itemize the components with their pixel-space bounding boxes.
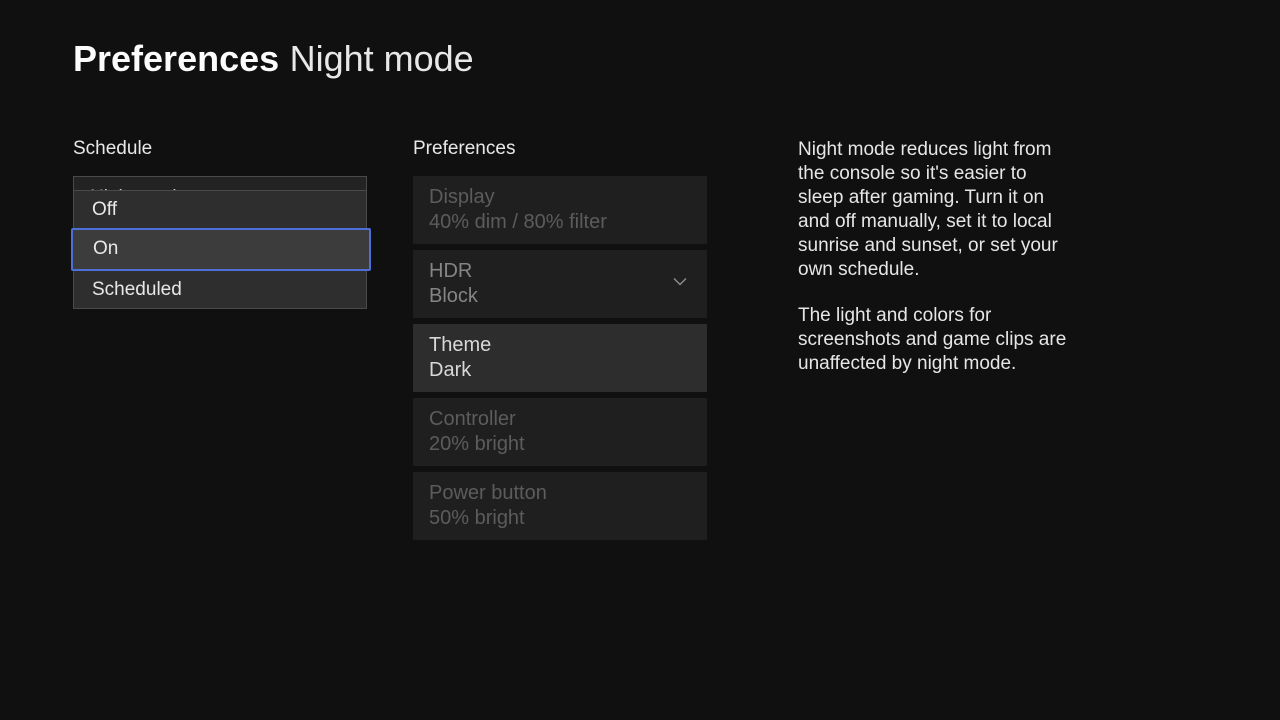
- schedule-title: Schedule: [73, 138, 413, 160]
- page-header: Preferences Night mode: [0, 0, 1280, 80]
- header-light: Night mode: [290, 38, 474, 79]
- preferences-column: Preferences Display 40% dim / 80% filter…: [413, 138, 753, 546]
- pref-value: 40% dim / 80% filter: [429, 211, 691, 234]
- pref-value: Dark: [429, 359, 691, 382]
- pref-hdr[interactable]: HDR Block: [413, 250, 707, 318]
- pref-label: Power button: [429, 482, 691, 505]
- pref-label: Controller: [429, 408, 691, 431]
- dropdown-list: Off On Scheduled: [73, 190, 367, 309]
- dropdown-option-scheduled[interactable]: Scheduled: [74, 271, 366, 308]
- dropdown-option-off[interactable]: Off: [74, 191, 366, 228]
- pref-label: Display: [429, 186, 691, 209]
- pref-controller[interactable]: Controller 20% bright: [413, 398, 707, 466]
- pref-value: 20% bright: [429, 433, 691, 456]
- pref-label: HDR: [429, 260, 691, 283]
- pref-theme[interactable]: Theme Dark: [413, 324, 707, 392]
- chevron-down-icon: [671, 273, 689, 296]
- description-column: Night mode reduces light from the consol…: [753, 138, 1073, 546]
- dropdown-option-on[interactable]: On: [71, 228, 371, 271]
- pref-value: 50% bright: [429, 507, 691, 530]
- pref-label: Theme: [429, 334, 691, 357]
- preferences-title: Preferences: [413, 138, 753, 160]
- header-bold: Preferences: [73, 38, 279, 79]
- description-paragraph-2: The light and colors for screenshots and…: [798, 304, 1073, 376]
- pref-display[interactable]: Display 40% dim / 80% filter: [413, 176, 707, 244]
- schedule-column: Schedule Night mode Off On Scheduled: [73, 138, 413, 546]
- pref-power-button[interactable]: Power button 50% bright: [413, 472, 707, 540]
- pref-value: Block: [429, 285, 691, 308]
- description-paragraph-1: Night mode reduces light from the consol…: [798, 138, 1073, 282]
